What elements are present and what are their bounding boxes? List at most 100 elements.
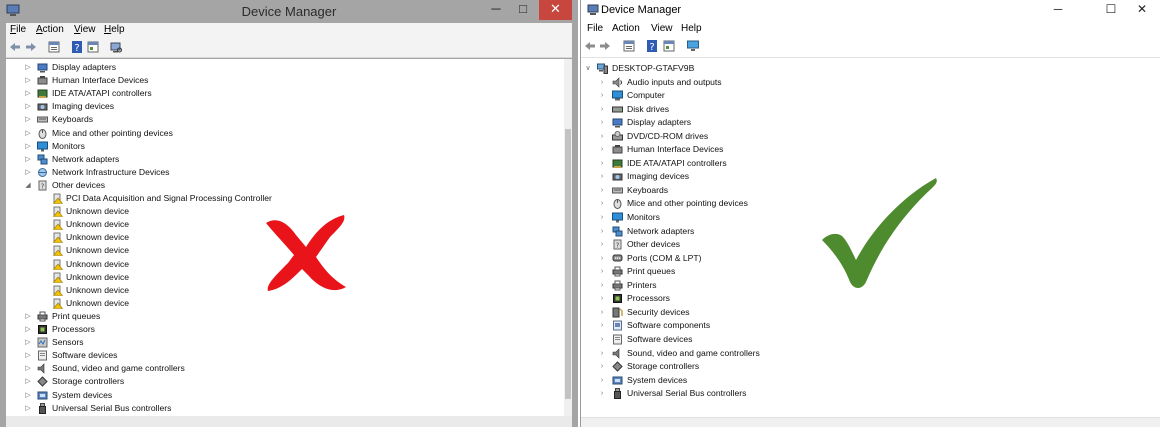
expand-arrow-icon[interactable]: › bbox=[598, 265, 606, 278]
expand-arrow-icon[interactable]: ▷ bbox=[24, 127, 32, 140]
menu-bar: File Action View Help bbox=[581, 21, 1160, 36]
camera-icon bbox=[612, 171, 623, 182]
help-icon[interactable]: ? bbox=[646, 40, 658, 52]
expand-arrow-icon[interactable]: ▷ bbox=[24, 336, 32, 349]
expand-arrow-icon[interactable]: › bbox=[598, 184, 606, 197]
scan-hardware-icon[interactable] bbox=[110, 41, 122, 53]
window-title: Device Manager bbox=[601, 4, 682, 16]
device-category-label: Network adapters bbox=[52, 153, 120, 164]
expand-arrow-icon[interactable]: ◢ bbox=[24, 179, 32, 192]
device-category-label: Mice and other pointing devices bbox=[52, 127, 173, 138]
expand-arrow-icon[interactable]: › bbox=[598, 225, 606, 238]
expand-arrow-icon[interactable]: ▷ bbox=[24, 100, 32, 113]
device-category-label: Universal Serial Bus controllers bbox=[627, 388, 747, 399]
expand-arrow-icon[interactable]: › bbox=[598, 333, 606, 346]
expand-arrow-icon[interactable]: ▷ bbox=[24, 389, 32, 402]
printer-icon bbox=[612, 280, 623, 291]
menu-action[interactable]: Action bbox=[36, 24, 64, 35]
device-manager-icon bbox=[587, 4, 599, 15]
expand-arrow-icon[interactable]: ▷ bbox=[24, 153, 32, 166]
menu-help[interactable]: Help bbox=[681, 23, 702, 34]
device-category-label: Unknown device bbox=[66, 258, 130, 269]
device-category-label: Print queues bbox=[52, 310, 101, 321]
expand-arrow-icon[interactable]: › bbox=[598, 103, 606, 116]
printer-icon bbox=[37, 311, 48, 322]
back-icon[interactable] bbox=[9, 41, 21, 53]
expand-arrow-icon[interactable]: › bbox=[598, 387, 606, 400]
menu-view[interactable]: View bbox=[74, 24, 96, 35]
device-category-label: Unknown device bbox=[66, 284, 130, 295]
expand-arrow-icon[interactable]: › bbox=[598, 252, 606, 265]
scrollbar-thumb[interactable] bbox=[565, 129, 571, 399]
computer-icon bbox=[612, 90, 623, 101]
forward-icon[interactable] bbox=[25, 41, 37, 53]
expand-arrow-icon[interactable]: › bbox=[598, 238, 606, 251]
device-category-label: Unknown device bbox=[66, 271, 130, 282]
menu-view[interactable]: View bbox=[651, 23, 673, 34]
expand-arrow-icon[interactable]: › bbox=[598, 347, 606, 360]
update-driver-icon[interactable] bbox=[87, 41, 99, 53]
expand-arrow-icon[interactable]: ∨ bbox=[584, 62, 592, 75]
expand-arrow-icon[interactable]: › bbox=[598, 306, 606, 319]
expand-arrow-icon[interactable]: › bbox=[598, 374, 606, 387]
expand-arrow-icon[interactable]: ▷ bbox=[24, 166, 32, 179]
expand-arrow-icon[interactable]: ▷ bbox=[24, 74, 32, 87]
forward-icon[interactable] bbox=[599, 40, 611, 52]
expand-arrow-icon[interactable]: › bbox=[598, 130, 606, 143]
expand-arrow-icon[interactable]: › bbox=[598, 170, 606, 183]
expand-arrow-icon[interactable]: ▷ bbox=[24, 402, 32, 415]
expand-arrow-icon[interactable]: ▷ bbox=[24, 310, 32, 323]
expand-arrow-icon[interactable]: › bbox=[598, 76, 606, 89]
menu-action[interactable]: Action bbox=[612, 23, 640, 34]
speaker-icon bbox=[612, 347, 623, 359]
help-icon[interactable]: ? bbox=[71, 41, 83, 53]
close-button[interactable]: ✕ bbox=[1127, 0, 1157, 20]
status-bar bbox=[581, 417, 1160, 427]
expand-arrow-icon[interactable]: › bbox=[598, 116, 606, 129]
minimize-button[interactable]: ─ bbox=[1043, 0, 1073, 20]
expand-arrow-icon[interactable]: ▷ bbox=[24, 140, 32, 153]
audio-icon bbox=[612, 76, 623, 88]
expand-arrow-icon[interactable]: ▷ bbox=[24, 375, 32, 388]
title-bar[interactable]: Device Manager ─ ☐ ✕ bbox=[581, 0, 1160, 20]
processor-icon bbox=[612, 293, 623, 304]
keyboard-icon bbox=[612, 185, 623, 196]
device-category-label: System devices bbox=[627, 374, 688, 385]
device-category-label: Security devices bbox=[627, 306, 690, 317]
expand-arrow-icon[interactable]: › bbox=[598, 197, 606, 210]
menu-help[interactable]: Help bbox=[104, 24, 125, 35]
device-category-label: Sound, video and game controllers bbox=[52, 363, 185, 374]
expand-arrow-icon[interactable]: ▷ bbox=[24, 113, 32, 126]
properties-icon[interactable] bbox=[48, 41, 60, 53]
maximize-button[interactable]: □ bbox=[510, 0, 536, 20]
mouse-icon bbox=[612, 198, 623, 210]
expand-arrow-icon[interactable]: › bbox=[598, 279, 606, 292]
properties-icon[interactable] bbox=[623, 40, 635, 52]
expand-arrow-icon[interactable]: ▷ bbox=[24, 362, 32, 375]
menu-file[interactable]: File bbox=[10, 24, 26, 35]
expand-arrow-icon[interactable]: ▷ bbox=[24, 323, 32, 336]
expand-arrow-icon[interactable]: › bbox=[598, 143, 606, 156]
update-driver-icon[interactable] bbox=[663, 40, 675, 52]
device-category-label: IDE ATA/ATAPI controllers bbox=[52, 88, 152, 99]
minimize-button[interactable]: ─ bbox=[483, 0, 509, 20]
maximize-button[interactable]: ☐ bbox=[1096, 0, 1126, 20]
monitor-icon[interactable] bbox=[687, 40, 699, 52]
menu-file[interactable]: File bbox=[587, 23, 603, 34]
expand-arrow-icon[interactable]: › bbox=[598, 292, 606, 305]
expand-arrow-icon[interactable]: › bbox=[598, 211, 606, 224]
expand-arrow-icon[interactable]: › bbox=[598, 319, 606, 332]
device-category-label: Printers bbox=[627, 279, 657, 290]
expand-arrow-icon[interactable]: ▷ bbox=[24, 61, 32, 74]
svg-text:?: ? bbox=[74, 43, 79, 53]
back-icon[interactable] bbox=[584, 40, 596, 52]
vertical-scrollbar[interactable] bbox=[564, 59, 572, 416]
close-button[interactable]: ✕ bbox=[539, 0, 572, 20]
expand-arrow-icon[interactable]: › bbox=[598, 360, 606, 373]
expand-arrow-icon[interactable]: › bbox=[598, 157, 606, 170]
title-bar[interactable]: Device Manager ─ □ ✕ bbox=[0, 0, 578, 23]
expand-arrow-icon[interactable]: › bbox=[598, 89, 606, 102]
device-category-label: Keyboards bbox=[627, 184, 669, 195]
expand-arrow-icon[interactable]: ▷ bbox=[24, 87, 32, 100]
expand-arrow-icon[interactable]: ▷ bbox=[24, 349, 32, 362]
